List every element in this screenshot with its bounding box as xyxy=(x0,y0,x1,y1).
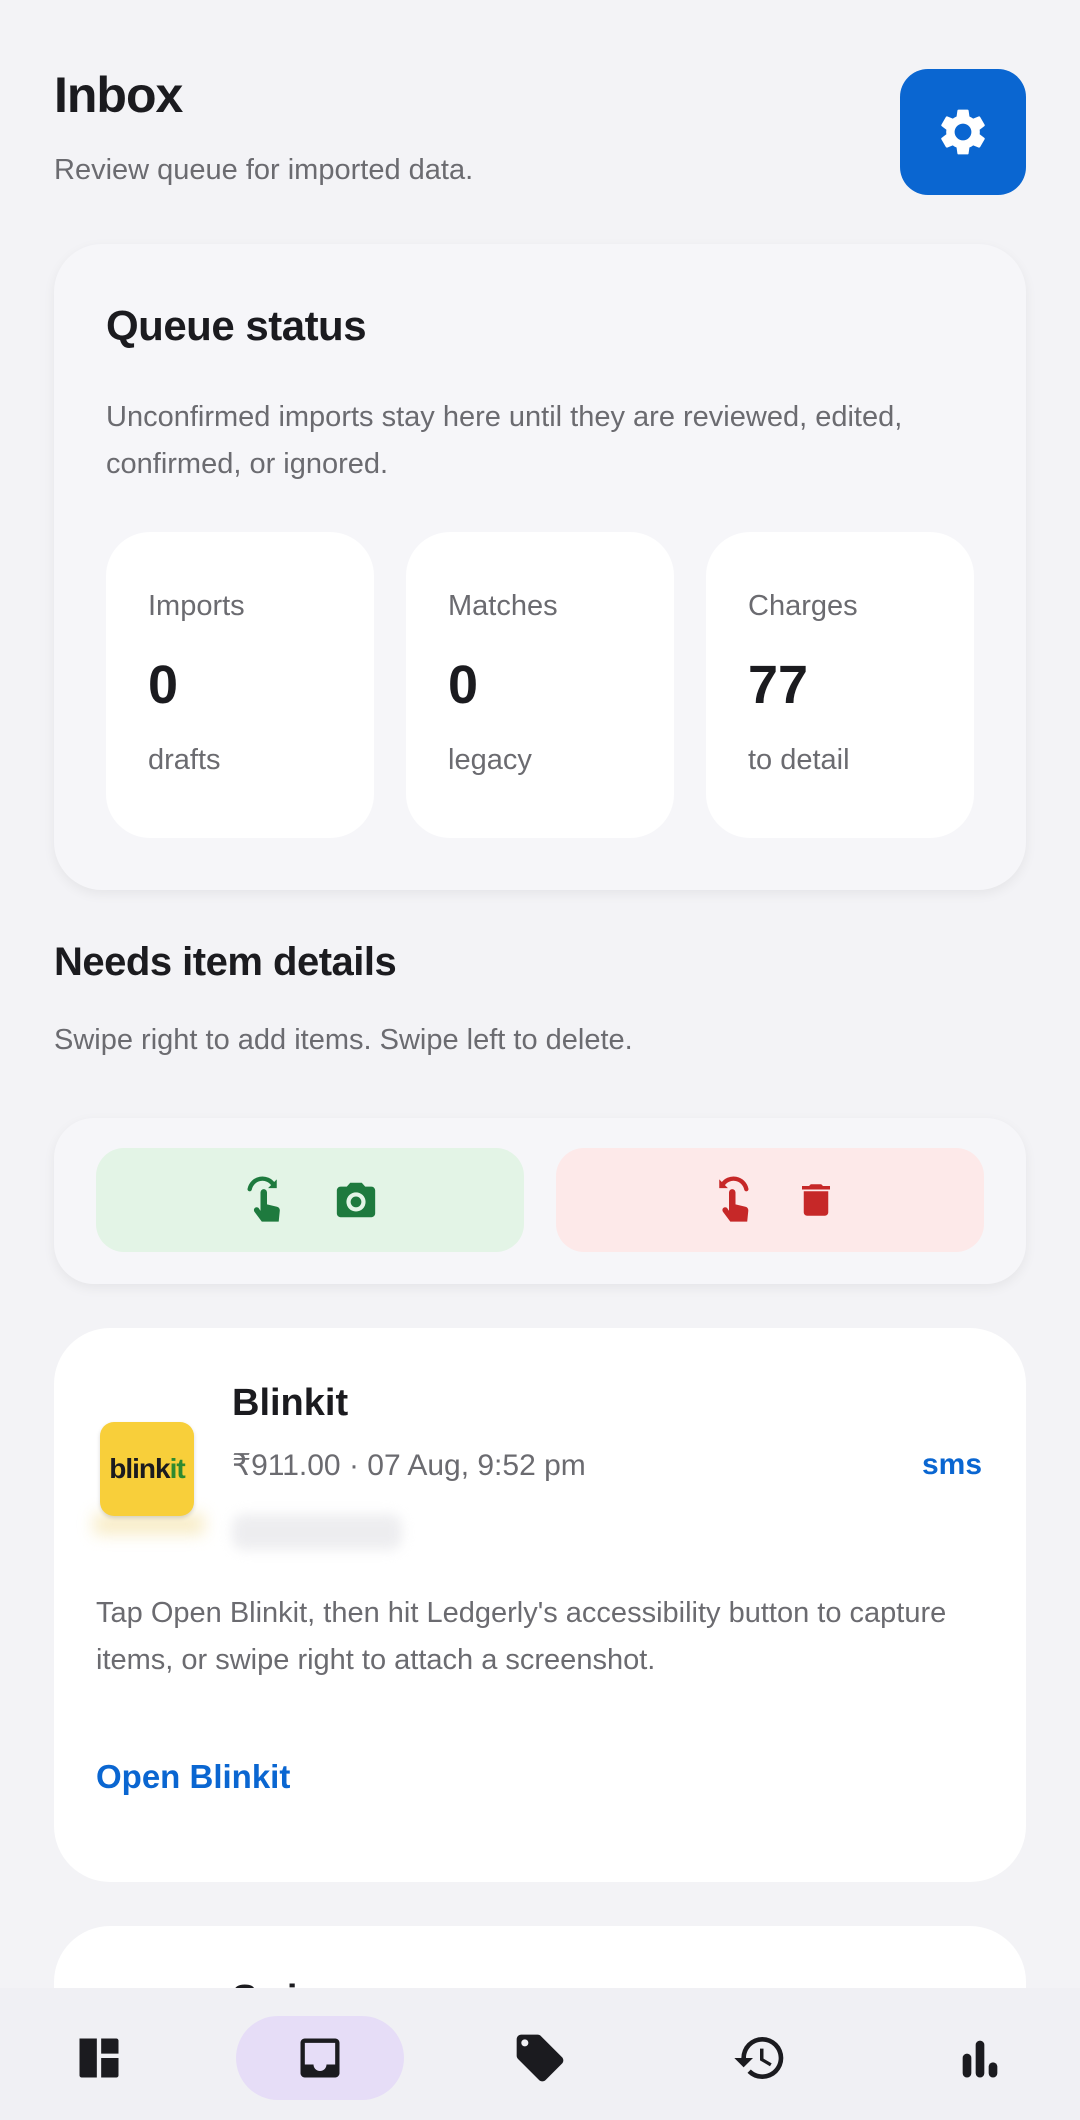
page-title: Inbox xyxy=(54,67,183,123)
blurred-decoration xyxy=(94,1514,204,1534)
settings-button[interactable] xyxy=(900,69,1026,195)
dashboard-icon xyxy=(79,2038,119,2078)
queue-status-card: Queue status Unconfirmed imports stay he… xyxy=(54,244,1026,890)
stat-sub: drafts xyxy=(148,744,221,776)
swipe-hint-card xyxy=(54,1118,1026,1284)
swipe-left-gesture-icon xyxy=(719,1176,749,1222)
nav-inbox[interactable] xyxy=(236,2016,404,2100)
inbox-screen: Inbox Review queue for imported data. Qu… xyxy=(0,0,1080,1988)
stat-label: Charges xyxy=(748,590,858,622)
queue-title: Queue status xyxy=(106,302,367,349)
header: Inbox Review queue for imported data. xyxy=(54,66,1026,195)
merchant-name: Blinkit xyxy=(232,1382,349,1424)
open-merchant-link[interactable]: Open Blinkit xyxy=(96,1758,290,1796)
stat-sub: legacy xyxy=(448,744,532,776)
trash-icon xyxy=(802,1184,830,1216)
queue-description: Unconfirmed imports stay here until they… xyxy=(106,401,903,480)
stat-matches: Matches 0 legacy xyxy=(406,532,674,838)
swipe-right-gesture-icon xyxy=(247,1176,280,1222)
camera-icon xyxy=(336,1182,376,1218)
merchant-logo: blinkit xyxy=(100,1422,194,1516)
swipe-right-action[interactable] xyxy=(96,1148,524,1252)
section-title: Needs item details xyxy=(54,940,397,984)
history-icon xyxy=(734,2037,784,2079)
bar-chart-icon xyxy=(962,2040,998,2078)
stat-imports: Imports 0 drafts xyxy=(106,532,374,838)
nav-reports[interactable] xyxy=(896,2016,1064,2100)
stat-value: 0 xyxy=(448,655,479,715)
bottom-navigation xyxy=(0,1988,1080,2120)
swipe-left-action[interactable] xyxy=(556,1148,984,1252)
charge-card-blinkit[interactable]: blinkit Blinkit ₹911.00 · 07 Aug, 9:52 p… xyxy=(54,1328,1026,1882)
blurred-text xyxy=(232,1514,402,1550)
stat-label: Imports xyxy=(148,590,245,622)
merchant-name: Swiggy xyxy=(232,1978,365,1988)
page-subtitle: Review queue for imported data. xyxy=(54,154,474,186)
section-subtitle: Swipe right to add items. Swipe left to … xyxy=(54,1024,633,1056)
stat-sub: to detail xyxy=(748,744,850,776)
nav-dashboard[interactable] xyxy=(15,2016,183,2100)
charge-instructions: Tap Open Blinkit, then hit Ledgerly's ac… xyxy=(96,1597,947,1676)
tag-icon xyxy=(516,2034,564,2082)
charge-card-next[interactable]: Swiggy xyxy=(54,1926,1026,1988)
stat-charges: Charges 77 to detail xyxy=(706,532,974,838)
nav-tags[interactable] xyxy=(456,2016,624,2100)
logo-wordmark: blinkit xyxy=(109,1453,185,1484)
stat-value: 0 xyxy=(148,655,179,715)
stat-label: Matches xyxy=(448,590,558,622)
gear-icon xyxy=(941,109,985,155)
charge-meta: ₹911.00 · 07 Aug, 9:52 pm xyxy=(232,1449,586,1482)
nav-history[interactable] xyxy=(676,2016,844,2100)
source-badge: sms xyxy=(921,1448,982,1481)
stat-value: 77 xyxy=(748,655,809,715)
inbox-icon xyxy=(300,2038,340,2078)
